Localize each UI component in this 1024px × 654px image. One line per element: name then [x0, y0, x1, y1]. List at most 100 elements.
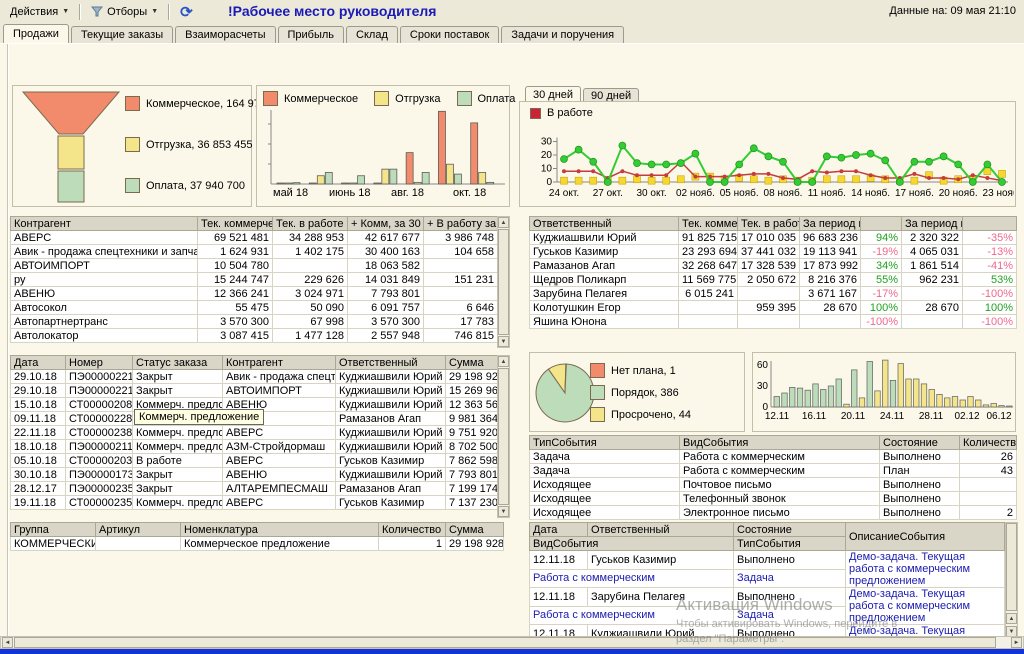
- table-cell[interactable]: 96 683 236: [800, 231, 861, 245]
- table-cell[interactable]: 91 825 715: [679, 231, 738, 245]
- table-cell[interactable]: 30.10.18: [11, 468, 66, 482]
- table-cell[interactable]: 15 244 747: [198, 273, 273, 287]
- table-row[interactable]: 29.10.18ПЭ000002215ЗакрытАВТОИМПОРТКуджи…: [11, 384, 498, 398]
- scroll-up-button[interactable]: ▲: [498, 217, 509, 228]
- column-header[interactable]: [861, 217, 902, 231]
- table-row[interactable]: КОММЕРЧЕСКИЕ...Коммерческое предложение1…: [11, 537, 504, 551]
- scroll-thumb[interactable]: [498, 368, 509, 505]
- horizontal-scrollbar[interactable]: ◄►: [0, 636, 1024, 649]
- table-cell[interactable]: [424, 287, 498, 301]
- table-cell[interactable]: 2 050 672: [738, 273, 800, 287]
- table-cell[interactable]: 104 658: [424, 245, 498, 259]
- table-cell[interactable]: 8 216 376: [800, 273, 861, 287]
- table-cell[interactable]: Рамазанов Агап: [336, 412, 446, 426]
- table-cell[interactable]: Закрыт: [133, 370, 223, 384]
- table-cell[interactable]: Закрыт: [133, 384, 223, 398]
- table-cell[interactable]: [738, 287, 800, 301]
- table-row[interactable]: ЗадачаРабота с коммерческимПлан43: [530, 464, 1017, 478]
- table-cell[interactable]: Задача: [734, 569, 846, 588]
- table-cell[interactable]: 7 199 174: [446, 482, 498, 496]
- table-cell[interactable]: 42 617 677: [348, 231, 424, 245]
- column-header[interactable]: Дата: [11, 356, 66, 370]
- scroll-up-button[interactable]: ▲: [498, 356, 509, 367]
- table-cell[interactable]: 3 570 300: [198, 315, 273, 329]
- scroll-right-button[interactable]: ►: [1011, 637, 1022, 648]
- table-cell[interactable]: 3 671 167: [800, 287, 861, 301]
- column-header[interactable]: Дата: [530, 523, 588, 537]
- event-description-cell[interactable]: Демо-задача. Текущая работа с коммерческ…: [846, 588, 1005, 625]
- table-cell[interactable]: 14 031 849: [348, 273, 424, 287]
- table-cell[interactable]: ру: [11, 273, 198, 287]
- table-cell[interactable]: Выполнено: [734, 588, 846, 607]
- table-cell[interactable]: Коммерч. предлож...: [133, 440, 223, 454]
- table-cell[interactable]: Выполнено: [734, 551, 846, 570]
- table-cell[interactable]: АВЕНЮ: [11, 287, 198, 301]
- table-cell[interactable]: Работа с коммерческим: [530, 606, 734, 625]
- table-cell[interactable]: Исходящее: [530, 492, 680, 506]
- table-cell[interactable]: 29 198 928: [446, 370, 498, 384]
- table-cell[interactable]: Электронное письмо: [680, 506, 880, 520]
- table-cell[interactable]: [800, 315, 861, 329]
- table-cell[interactable]: 1 861 514: [902, 259, 963, 273]
- table-cell[interactable]: 94%: [861, 231, 902, 245]
- table-cell[interactable]: [960, 492, 1017, 506]
- table-row[interactable]: 12.11.18Зарубина ПелагеяВыполненоДемо-за…: [530, 588, 1005, 607]
- table-cell[interactable]: КОММЕРЧЕСКИЕ...: [11, 537, 96, 551]
- table-cell[interactable]: Телефонный звонок: [680, 492, 880, 506]
- scroll-thumb[interactable]: [1006, 523, 1017, 611]
- table-cell[interactable]: [902, 315, 963, 329]
- column-header[interactable]: Ответственный: [530, 217, 679, 231]
- table-cell[interactable]: Выполнено: [880, 492, 960, 506]
- table-cell[interactable]: ПЭ000002214: [66, 370, 133, 384]
- column-header[interactable]: За период в ...: [902, 217, 963, 231]
- scroll-up-button[interactable]: ▲: [1006, 613, 1017, 624]
- column-header[interactable]: Контрагент: [11, 217, 198, 231]
- table-cell[interactable]: 29.10.18: [11, 384, 66, 398]
- column-header[interactable]: Ответственный: [588, 523, 734, 537]
- table-cell[interactable]: 32 268 647: [679, 259, 738, 273]
- column-header[interactable]: + Комм, за 30 дн.: [348, 217, 424, 231]
- table-cell[interactable]: Зарубина Пелагея: [588, 588, 734, 607]
- table-cell[interactable]: 7 793 801: [446, 468, 498, 482]
- table-cell[interactable]: 28 670: [902, 301, 963, 315]
- table-cell[interactable]: 34%: [861, 259, 902, 273]
- table-cell[interactable]: Выполнено: [880, 478, 960, 492]
- scroll-thumb[interactable]: [498, 229, 509, 335]
- table-row[interactable]: 12.11.18Гуськов КазимирВыполненоДемо-зад…: [530, 551, 1005, 570]
- table-cell[interactable]: [738, 315, 800, 329]
- table-row[interactable]: 30.10.18ПЭ000001731ЗакрытАВЕНЮКуджиашвил…: [11, 468, 498, 482]
- table-cell[interactable]: Куджиашвили Юрий: [336, 384, 446, 398]
- table-cell[interactable]: 1 624 931: [198, 245, 273, 259]
- table-cell[interactable]: АВЕНЮ: [223, 468, 336, 482]
- table-cell[interactable]: 229 626: [273, 273, 348, 287]
- table-row[interactable]: ру15 244 747229 62614 031 849151 231: [11, 273, 498, 287]
- table-cell[interactable]: ПЭ000002119: [66, 440, 133, 454]
- table-row[interactable]: Авик - продажа спецтехники и запчастей в…: [11, 245, 498, 259]
- column-header[interactable]: Количество: [379, 523, 446, 537]
- table-cell[interactable]: -35%: [963, 231, 1017, 245]
- table-cell[interactable]: Закрыт: [133, 468, 223, 482]
- column-header[interactable]: ТипСобытия: [734, 537, 846, 551]
- column-header[interactable]: Номенклатура: [181, 523, 379, 537]
- event-description-cell[interactable]: Демо-задача. Текущая работа с коммерческ…: [846, 551, 1005, 588]
- table-cell[interactable]: 746 815: [424, 329, 498, 343]
- column-header[interactable]: Состояние: [734, 523, 846, 537]
- table-row[interactable]: 22.11.18СТ000002388Коммерч. предлож...АВ…: [11, 426, 498, 440]
- table-cell[interactable]: 2 320 322: [902, 231, 963, 245]
- table-cell[interactable]: 28.12.17: [11, 482, 66, 496]
- table-cell[interactable]: Исходящее: [530, 478, 680, 492]
- column-header[interactable]: Состояние: [880, 436, 960, 450]
- table-cell[interactable]: 15 269 967: [446, 384, 498, 398]
- scroll-left-button[interactable]: ◄: [2, 637, 13, 648]
- table-cell[interactable]: Куджиашвили Юрий: [336, 440, 446, 454]
- table-cell[interactable]: 1 477 128: [273, 329, 348, 343]
- table-row[interactable]: Яшина Юнона-100%-100%: [530, 315, 1017, 329]
- table-cell[interactable]: 12 366 241: [198, 287, 273, 301]
- table-cell[interactable]: 12.11.18: [530, 588, 588, 607]
- table-cell[interactable]: 7 862 598: [446, 454, 498, 468]
- column-header[interactable]: Сумма: [446, 523, 504, 537]
- table-cell[interactable]: 6 015 241: [679, 287, 738, 301]
- table-cell[interactable]: -100%: [861, 315, 902, 329]
- filters-button[interactable]: Отборы ▼: [85, 2, 164, 21]
- table-cell[interactable]: 100%: [861, 301, 902, 315]
